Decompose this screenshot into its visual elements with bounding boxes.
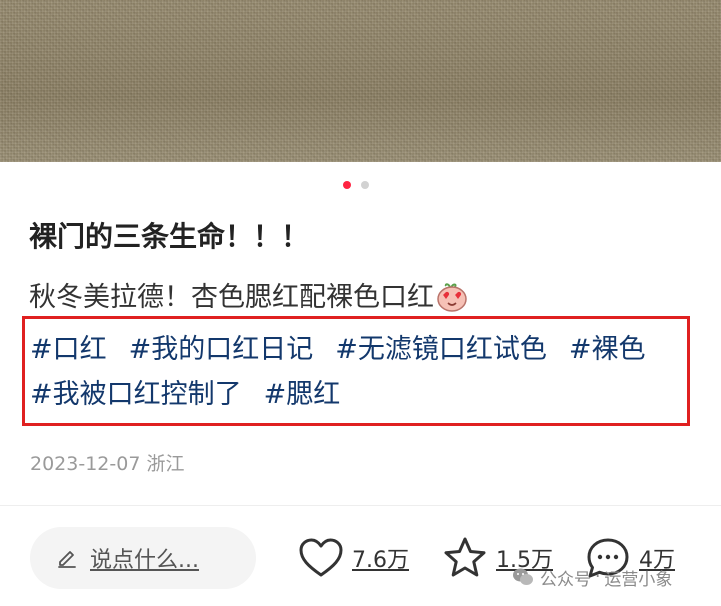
- watermark-platform: 公众号: [540, 569, 591, 590]
- wechat-icon: [513, 568, 533, 585]
- post-date-location: 2023-12-07 浙江: [30, 453, 185, 475]
- tag-link[interactable]: #我的口红日记: [129, 327, 314, 366]
- tag-link[interactable]: #无滤镜口红试色: [335, 327, 547, 366]
- heart-icon: [299, 538, 343, 577]
- watermark-account: 运营小象: [604, 569, 673, 590]
- emoji-face-icon: [436, 282, 468, 312]
- carousel-dot[interactable]: [361, 181, 369, 189]
- pencil-icon: [58, 551, 76, 568]
- comment-placeholder: 说点什么...: [90, 548, 199, 573]
- tag-link[interactable]: #裸色: [569, 327, 646, 366]
- tag-list-line-1: #口红 #我的口红日记 #无滤镜口红试色 #裸色: [30, 327, 646, 366]
- comment-input[interactable]: 说点什么...: [30, 527, 256, 589]
- like-count: 7.6万: [352, 548, 409, 573]
- note-detail-page: 裸门的三条生命！！！ 秋冬美拉德！杏色腮红配裸色口红 #口红 #我的口红日记 #无滤…: [0, 0, 721, 606]
- post-title: 裸门的三条生命！！！: [29, 220, 310, 253]
- post-description: 秋冬美拉德！杏色腮红配裸色口红: [29, 275, 699, 314]
- star-icon: [444, 537, 486, 577]
- like-button[interactable]: 7.6万: [298, 533, 409, 583]
- carousel-dot-active[interactable]: [343, 181, 351, 189]
- divider: [0, 505, 721, 506]
- tag-list-line-2: #我被口红控制了 #腮红: [30, 372, 340, 411]
- tag-link[interactable]: #口红: [30, 327, 107, 366]
- cover-image[interactable]: [0, 0, 721, 162]
- tag-link[interactable]: #腮红: [264, 372, 341, 411]
- watermark: 公众号 · 运营小象: [512, 563, 672, 591]
- watermark-separator: ·: [595, 567, 601, 587]
- tag-link[interactable]: #我被口红控制了: [30, 372, 242, 411]
- description-text: 秋冬美拉德！杏色腮红配裸色口红: [29, 282, 434, 313]
- carousel-indicator: [0, 181, 721, 189]
